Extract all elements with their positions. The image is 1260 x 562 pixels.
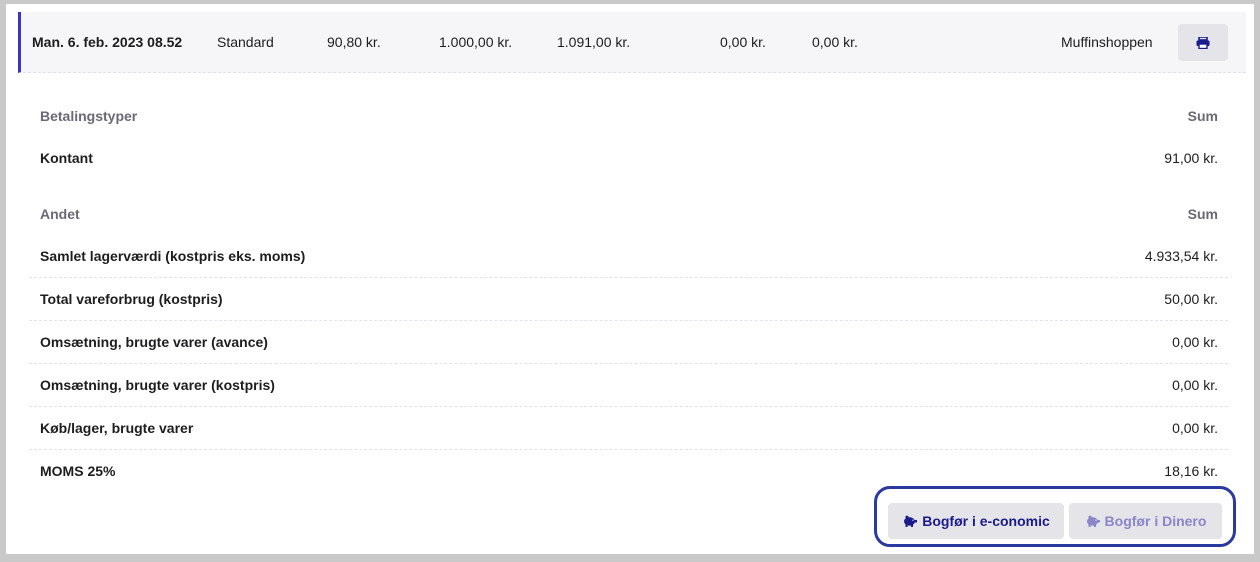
book-economic-label: Bogfør i e-conomic: [922, 513, 1050, 529]
row-value: 0,00 kr.: [1172, 420, 1218, 436]
payment-types-header: Betalingstyper Sum: [29, 108, 1228, 128]
table-row: Omsætning, brugte varer (avance) 0,00 kr…: [29, 321, 1228, 364]
other-sum-label: Sum: [1187, 206, 1218, 222]
printer-icon: [1196, 36, 1210, 49]
row-label: Omsætning, brugte varer (avance): [40, 334, 268, 350]
report-card: Man. 6. feb. 2023 08.52 Standard 90,80 k…: [6, 4, 1254, 554]
book-economic-button[interactable]: Bogfør i e-conomic: [888, 503, 1064, 539]
book-dinero-button[interactable]: Bogfør i Dinero: [1069, 503, 1222, 539]
row-label: Køb/lager, brugte varer: [40, 420, 194, 436]
table-row: Total vareforbrug (kostpris) 50,00 kr.: [29, 278, 1228, 321]
piggy-bank-icon: [1086, 515, 1100, 527]
summary-type: Standard: [217, 34, 274, 50]
row-value: 50,00 kr.: [1164, 291, 1218, 307]
table-row: Køb/lager, brugte varer 0,00 kr.: [29, 407, 1228, 450]
row-value: 0,00 kr.: [1172, 334, 1218, 350]
row-value: 18,16 kr.: [1164, 463, 1218, 479]
other-header: Andet Sum: [29, 206, 1228, 226]
summary-shop: Muffinshoppen: [1061, 34, 1153, 50]
piggy-bank-icon: [904, 515, 918, 527]
book-dinero-label: Bogfør i Dinero: [1104, 513, 1207, 529]
payment-types-sum-label: Sum: [1187, 108, 1218, 124]
summary-row[interactable]: Man. 6. feb. 2023 08.52 Standard 90,80 k…: [18, 12, 1246, 73]
row-label: Omsætning, brugte varer (kostpris): [40, 377, 275, 393]
payment-types-title: Betalingstyper: [40, 108, 138, 124]
summary-amount-5: 0,00 kr.: [812, 34, 858, 50]
row-label: MOMS 25%: [40, 463, 116, 479]
summary-date: Man. 6. feb. 2023 08.52: [32, 34, 183, 50]
row-value: 0,00 kr.: [1172, 377, 1218, 393]
row-label: Total vareforbrug (kostpris): [40, 291, 223, 307]
other-title: Andet: [40, 206, 80, 222]
table-row: Samlet lagerværdi (kostpris eks. moms) 4…: [29, 235, 1228, 278]
summary-amount-4: 0,00 kr.: [720, 34, 766, 50]
row-value: 91,00 kr.: [1164, 150, 1218, 166]
summary-amount-2: 1.000,00 kr.: [439, 34, 513, 50]
table-row: Kontant 91,00 kr.: [29, 137, 1228, 180]
summary-amount-3: 1.091,00 kr.: [557, 34, 631, 50]
print-button[interactable]: [1178, 24, 1228, 61]
summary-amount-1: 90,80 kr.: [327, 34, 381, 50]
row-label: Samlet lagerværdi (kostpris eks. moms): [40, 248, 306, 264]
row-value: 4.933,54 kr.: [1144, 248, 1218, 264]
table-row: Omsætning, brugte varer (kostpris) 0,00 …: [29, 364, 1228, 407]
row-label: Kontant: [40, 150, 93, 166]
